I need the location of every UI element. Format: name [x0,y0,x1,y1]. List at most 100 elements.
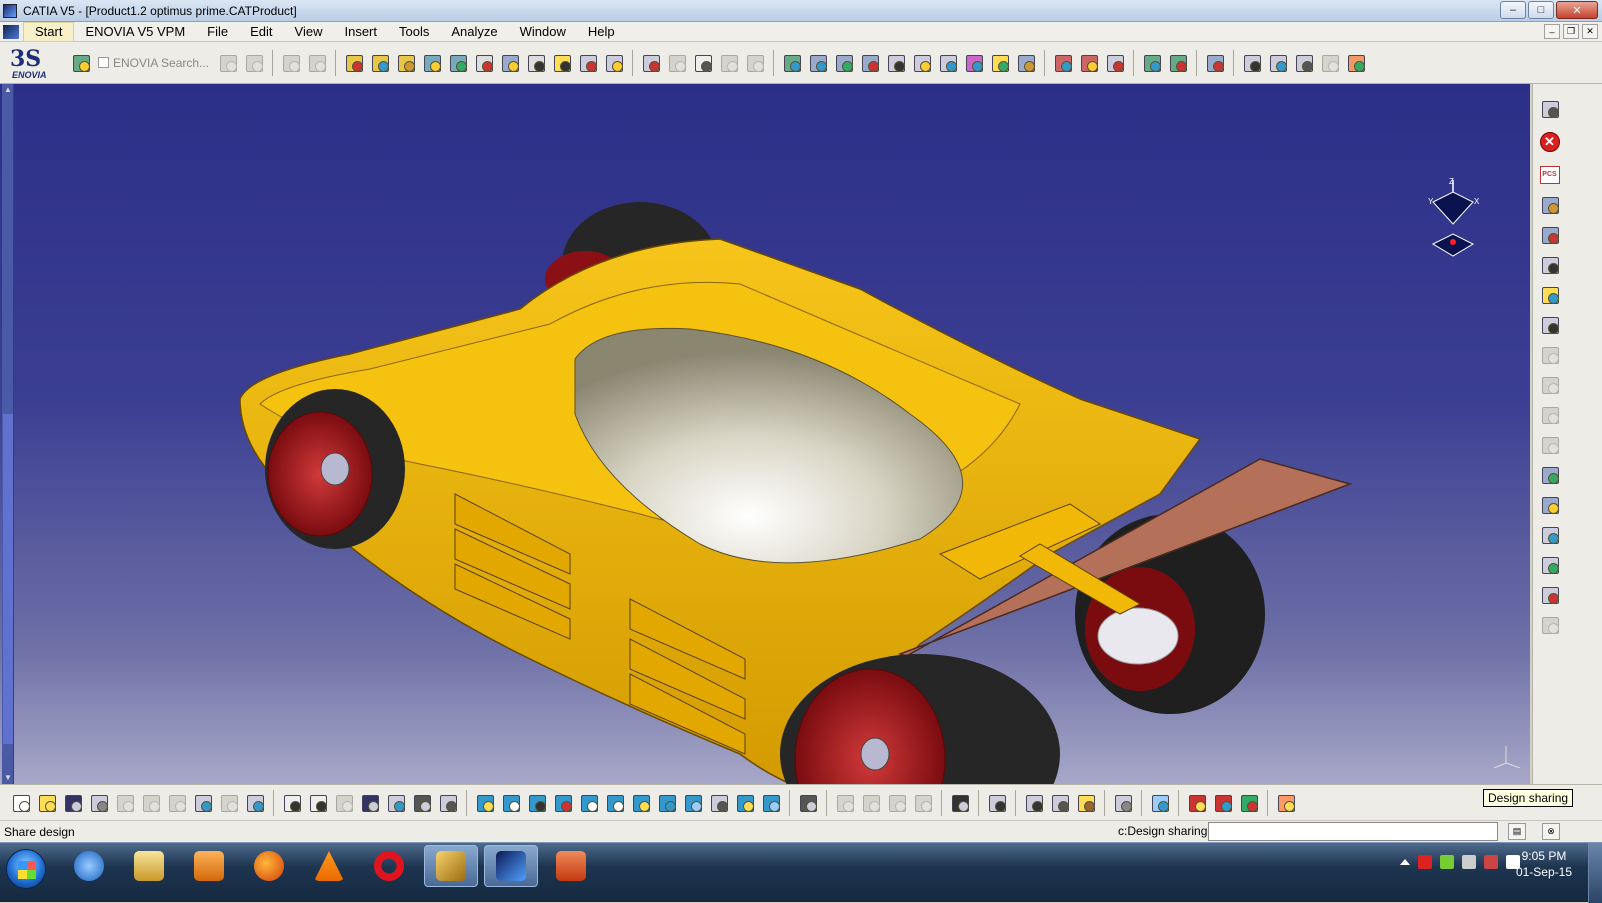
menu-insert[interactable]: Insert [333,23,388,41]
select-icon[interactable] [1539,314,1561,336]
weld-icon[interactable] [1539,494,1561,516]
rotate-view-icon[interactable] [552,792,574,814]
coincidence-constraint-icon[interactable] [781,52,803,74]
command-input[interactable] [1208,822,1498,841]
menu-view[interactable]: View [284,23,334,41]
product-structure-icon[interactable] [1539,194,1561,216]
menu-analyze[interactable]: Analyze [440,23,508,41]
close-button[interactable]: ✕ [1556,1,1598,19]
split-icon[interactable] [1052,52,1074,74]
taskbar-vlc[interactable] [302,845,356,887]
menu-start[interactable]: Start [23,21,75,42]
knowledge-icon[interactable] [307,792,329,814]
enovia-search-checkbox[interactable] [98,57,109,68]
menu-tools[interactable]: Tools [388,23,440,41]
command-clear-icon[interactable]: ⊗ [1542,823,1560,840]
menu-window[interactable]: Window [509,23,577,41]
print-icon[interactable] [88,792,110,814]
fly-mode-icon[interactable] [474,792,496,814]
compass-icon[interactable]: Z Y X [1418,176,1488,266]
redo-icon[interactable] [218,792,240,814]
formula-icon[interactable] [281,792,303,814]
constraint-manager-icon[interactable] [834,792,856,814]
rotate-icon[interactable] [1539,374,1561,396]
space-analysis-icon[interactable] [1539,284,1561,306]
menu-edit[interactable]: Edit [239,23,283,41]
swap-visible-space-icon[interactable] [760,792,782,814]
doc-minimize-button[interactable]: – [1544,24,1560,39]
enovia-save-icon[interactable] [243,52,265,74]
antivirus-icon[interactable] [1418,855,1432,869]
macros-icon[interactable] [411,792,433,814]
graph-tree-reorder-icon[interactable] [473,52,495,74]
volume-icon[interactable] [1462,855,1476,869]
taskbar-opera[interactable] [362,845,416,887]
enovia-logo[interactable]: 3S ENOVIA [4,45,60,81]
maximize-button[interactable]: □ [1528,1,1554,19]
taskbar-powerpoint[interactable] [544,845,598,887]
existing-component-icon[interactable] [421,52,443,74]
doc-close-button[interactable]: ✕ [1582,24,1598,39]
publication-icon[interactable] [1539,584,1561,606]
multi-view-icon[interactable] [656,792,678,814]
vertical-scrollbar[interactable]: ▲ ▼ [2,84,14,784]
law-icon[interactable] [333,792,355,814]
smart-move-icon[interactable] [666,52,688,74]
whats-this-icon[interactable] [244,792,266,814]
publish-icon[interactable] [886,792,908,814]
open-icon[interactable] [36,792,58,814]
pcs-icon[interactable]: PCS [1539,166,1560,184]
assembly-features-icon[interactable] [1539,224,1561,246]
explode-view-icon[interactable] [1539,434,1561,456]
reorder-icon[interactable] [860,792,882,814]
paste-icon[interactable] [166,792,188,814]
new-product-icon[interactable] [369,52,391,74]
document-icon[interactable] [3,24,19,39]
catalog-browser-icon[interactable] [1204,52,1226,74]
generate-numbering-icon[interactable] [499,52,521,74]
copy-link-icon[interactable] [912,792,934,814]
scene-icon[interactable] [1539,254,1561,276]
taskbar-media-player[interactable] [182,845,236,887]
menu-help[interactable]: Help [577,23,626,41]
measure-between-icon[interactable] [1241,52,1263,74]
fast-multi-instantiation-icon[interactable] [603,52,625,74]
update-icon[interactable] [1539,98,1561,120]
pan-icon[interactable] [526,792,548,814]
enovia-connect-icon[interactable] [70,52,92,74]
snap-component-icon[interactable] [1539,404,1561,426]
zoom-in-icon[interactable] [578,792,600,814]
quick-constraint-icon[interactable] [937,52,959,74]
enovia-open-icon[interactable] [280,52,302,74]
scroll-thumb[interactable] [3,414,13,744]
bill-of-material-icon[interactable] [1539,464,1561,486]
reuse-pattern-icon[interactable] [1015,52,1037,74]
annotation-set-icon[interactable] [1319,52,1341,74]
sectioning-icon[interactable] [1167,52,1189,74]
scenes-icon[interactable] [1539,614,1561,636]
cut-icon[interactable] [114,792,136,814]
analysis-icon[interactable] [797,792,819,814]
measure-inertia-icon[interactable] [1049,792,1071,814]
pocket-icon[interactable] [1104,52,1126,74]
text-annotation-icon[interactable] [1267,52,1289,74]
stop-icon[interactable]: ✕ [1539,132,1560,152]
view-mode-icon[interactable] [708,792,730,814]
explode-icon[interactable] [692,52,714,74]
scroll-down-icon[interactable]: ▼ [3,773,13,783]
show-desktop-button[interactable] [1588,843,1602,903]
multi-instantiation-icon[interactable] [577,52,599,74]
design-table-icon[interactable] [359,792,381,814]
save-icon[interactable] [62,792,84,814]
network-tray-icon[interactable] [1440,855,1454,869]
hide-show-icon[interactable] [734,792,756,814]
compute-clash-icon[interactable] [986,792,1008,814]
new-icon[interactable] [10,792,32,814]
taskbar-explorer[interactable] [122,845,176,887]
angle-constraint-icon[interactable] [859,52,881,74]
update-all-icon[interactable] [1112,792,1134,814]
clock[interactable]: 9:05 PM 01-Sep-15 [1516,848,1572,880]
command-history-icon[interactable]: ▤ [1508,823,1526,840]
menu-file[interactable]: File [196,23,239,41]
fix-component-icon[interactable] [885,52,907,74]
